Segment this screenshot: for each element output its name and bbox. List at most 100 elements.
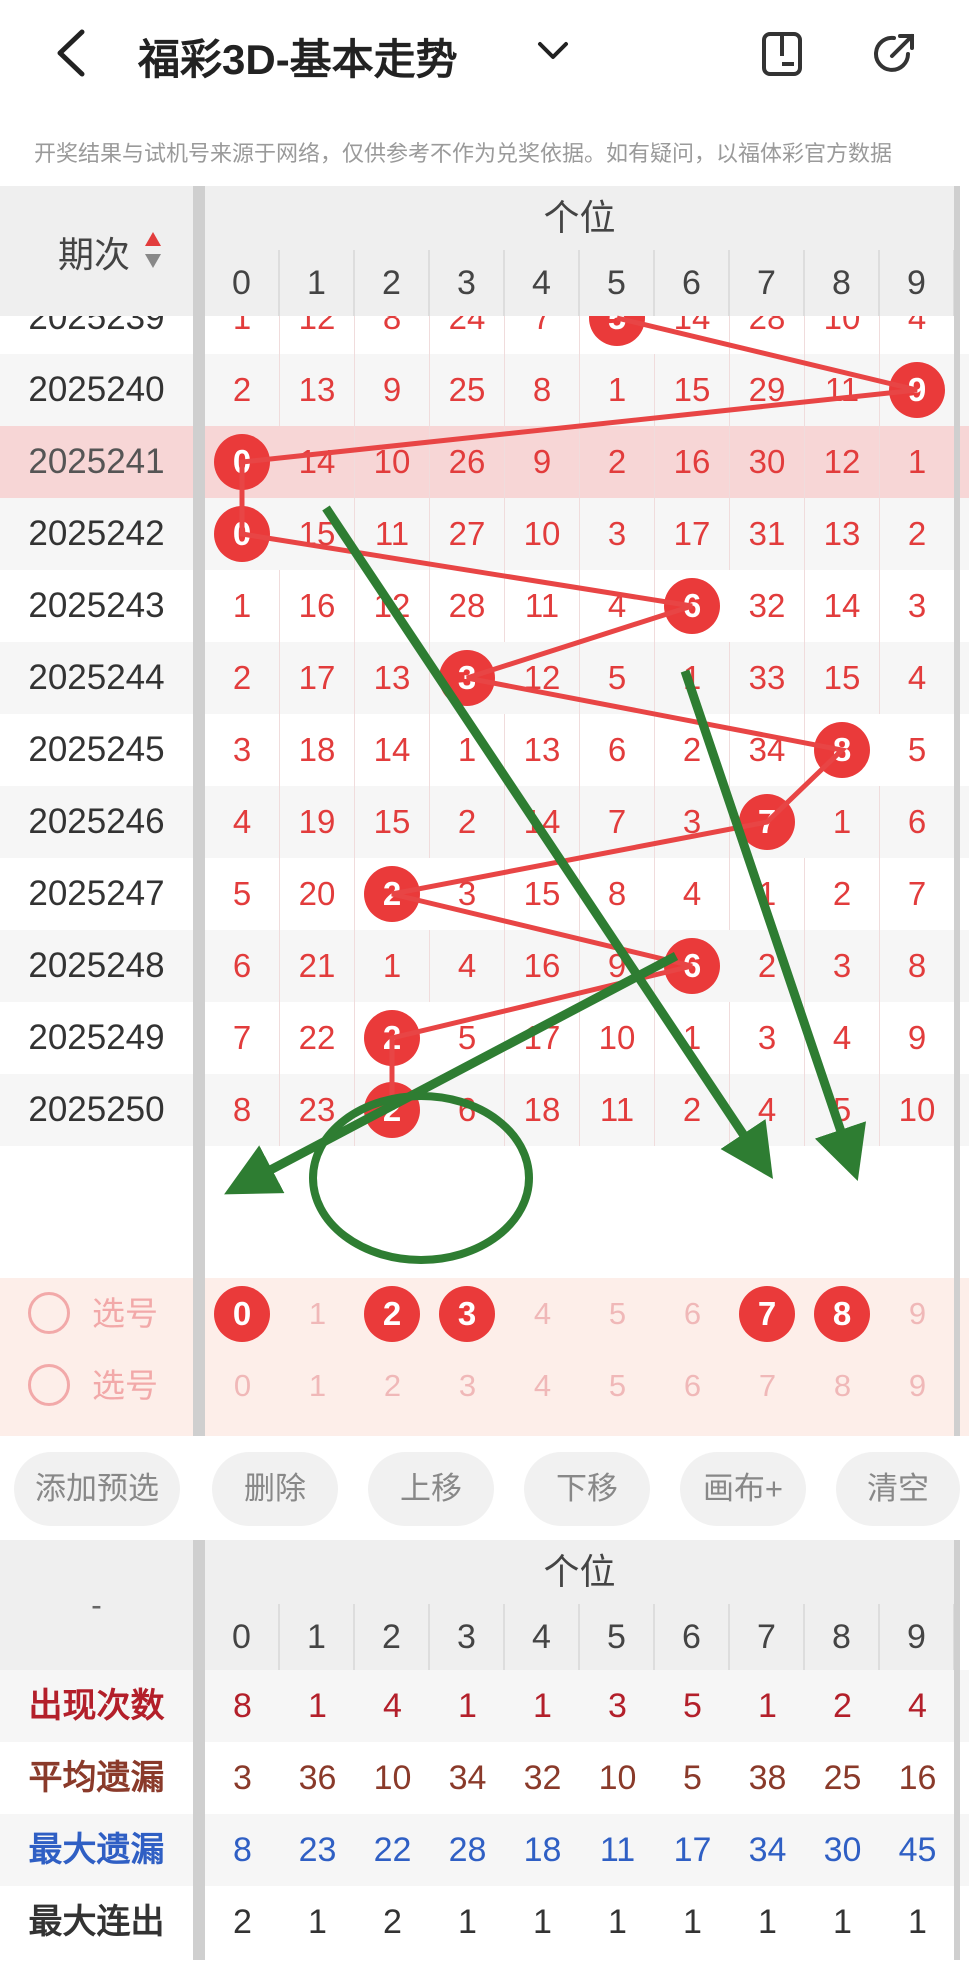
- omission-cell: 11: [805, 354, 880, 426]
- selectable-digit[interactable]: 4: [505, 1278, 580, 1350]
- selectable-digit[interactable]: 5: [580, 1278, 655, 1350]
- selectable-digit[interactable]: 7: [730, 1350, 805, 1422]
- digit-header-8: 8: [805, 250, 880, 316]
- omission-cell: 15: [355, 786, 430, 858]
- selectable-digit[interactable]: 2: [355, 1350, 430, 1422]
- omission-cell: 2: [655, 714, 730, 786]
- canvas-plus-button[interactable]: 画布+: [680, 1452, 806, 1526]
- selectable-digit[interactable]: 5: [580, 1422, 655, 1436]
- selected-digit-ball[interactable]: 8: [814, 1286, 870, 1342]
- omission-cell: 1: [880, 426, 955, 498]
- stats-value: 38: [748, 1759, 787, 1797]
- selectable-digit[interactable]: 1: [280, 1422, 355, 1436]
- omission-cell: 4: [880, 316, 955, 354]
- omission-cell: 14: [655, 316, 730, 354]
- selection-row[interactable]: 选号 0123456789: [0, 1350, 969, 1422]
- page-title[interactable]: 福彩3D-基本走势: [138, 26, 458, 87]
- draw-row: 2025248 6 21 1 4 16 9 6 2 3 8: [0, 930, 969, 1002]
- omission-cell: 29: [730, 354, 805, 426]
- omission-cell: 5: [205, 858, 280, 930]
- selectable-digit[interactable]: 4: [505, 1350, 580, 1422]
- winning-ball: 9: [889, 362, 945, 418]
- phone-icon[interactable]: [758, 30, 806, 78]
- selectable-digit[interactable]: 3: [430, 1422, 505, 1436]
- omission-cell: 1: [805, 786, 880, 858]
- selectable-digit[interactable]: 6: [655, 1422, 730, 1436]
- selected-digit-ball[interactable]: 7: [739, 1286, 795, 1342]
- selectable-digit[interactable]: 0: [205, 1350, 280, 1422]
- selection-radio[interactable]: [28, 1364, 70, 1406]
- stats-digit-6: 6: [655, 1604, 730, 1670]
- omission-cell: 31: [730, 498, 805, 570]
- omission-cell: 3: [655, 786, 730, 858]
- stats-row: 最大遗漏 8 23 22 28 18 11 17 34 30 45: [0, 1814, 969, 1886]
- selectable-digit[interactable]: 6: [655, 1350, 730, 1422]
- period-number: 2025248: [28, 946, 165, 985]
- stats-value: 36: [298, 1759, 337, 1797]
- omission-cell: 13: [355, 642, 430, 714]
- chevron-down-icon[interactable]: [536, 36, 570, 66]
- selectable-digit[interactable]: 0: [205, 1422, 280, 1436]
- omission-cell: 33: [730, 642, 805, 714]
- selectable-digit[interactable]: 8: [805, 1422, 880, 1436]
- stats-value: 3: [233, 1759, 252, 1797]
- sort-icon[interactable]: [143, 230, 163, 270]
- delete-button[interactable]: 删除: [212, 1452, 338, 1526]
- selected-digit-ball[interactable]: 0: [214, 1286, 270, 1342]
- selectable-digit[interactable]: 8: [805, 1350, 880, 1422]
- omission-cell: 9: [505, 426, 580, 498]
- selection-row[interactable]: 选号 0123456789: [0, 1278, 969, 1350]
- selectable-digit[interactable]: 6: [655, 1278, 730, 1350]
- winning-ball: 8: [814, 722, 870, 778]
- omission-cell: 11: [505, 570, 580, 642]
- back-arrow-icon[interactable]: [52, 28, 92, 78]
- selectable-digit[interactable]: 1: [280, 1278, 355, 1350]
- selectable-digit[interactable]: 9: [880, 1422, 955, 1436]
- selectable-digit[interactable]: 2: [355, 1422, 430, 1436]
- move-up-button[interactable]: 上移: [368, 1452, 494, 1526]
- stats-value: 1: [758, 1687, 777, 1725]
- add-preselect-button[interactable]: 添加预选: [14, 1452, 180, 1526]
- clear-button[interactable]: 清空: [836, 1452, 960, 1526]
- period-column-header[interactable]: 期次: [0, 186, 193, 316]
- draw-row: 2025243 1 16 12 28 11 4 6 32 14 3: [0, 570, 969, 642]
- selected-digit-ball[interactable]: 2: [364, 1286, 420, 1342]
- stats-value: 8: [233, 1687, 252, 1725]
- omission-cell: 3: [730, 1002, 805, 1074]
- selection-radio[interactable]: [28, 1292, 70, 1334]
- period-number: 2025239: [28, 316, 165, 337]
- selectable-digit[interactable]: 9: [880, 1350, 955, 1422]
- omission-cell: 24: [430, 316, 505, 354]
- selection-area[interactable]: 选号0123456789选号0123456789选号0123456789选号01…: [0, 1278, 969, 1436]
- selection-label: 选号: [92, 1295, 158, 1332]
- digit-header-0: 0: [205, 250, 280, 316]
- period-number: 2025247: [28, 874, 165, 913]
- stats-value: 1: [458, 1903, 477, 1941]
- omission-cell: 28: [730, 316, 805, 354]
- digit-header-2: 2: [355, 250, 430, 316]
- omission-cell: 9: [880, 1002, 955, 1074]
- selected-digit-ball[interactable]: 3: [439, 1286, 495, 1342]
- selection-row[interactable]: 选号 0123456789: [0, 1422, 969, 1436]
- period-number: 2025240: [28, 370, 165, 409]
- stats-separator: [193, 1540, 205, 1960]
- period-number: 2025246: [28, 802, 165, 841]
- winning-ball: 0: [214, 506, 270, 562]
- stats-group-header: 个位: [205, 1540, 954, 1606]
- selectable-digit[interactable]: 4: [505, 1422, 580, 1436]
- selectable-digit[interactable]: 7: [730, 1422, 805, 1436]
- selectable-digit[interactable]: 9: [880, 1278, 955, 1350]
- omission-cell: 19: [280, 786, 355, 858]
- omission-cell: 12: [505, 642, 580, 714]
- draw-rows: 2025239 1 12 8 24 7 5 14 28 10 4 2025240 2 13 9 25 8 1 15 2…: [0, 316, 969, 1436]
- move-down-button[interactable]: 下移: [524, 1452, 650, 1526]
- selectable-digit[interactable]: 1: [280, 1350, 355, 1422]
- selectable-digit[interactable]: 5: [580, 1350, 655, 1422]
- selectable-digit[interactable]: 3: [430, 1350, 505, 1422]
- trend-table[interactable]: 期次 个位 0123456789 2025239 1 12 8 24 7 5 14 28 10 4 2…: [0, 186, 969, 1436]
- share-icon[interactable]: [870, 30, 918, 78]
- omission-cell: 9: [355, 354, 430, 426]
- omission-cell: 22: [280, 1002, 355, 1074]
- omission-cell: 5: [580, 642, 655, 714]
- omission-cell: 5: [880, 714, 955, 786]
